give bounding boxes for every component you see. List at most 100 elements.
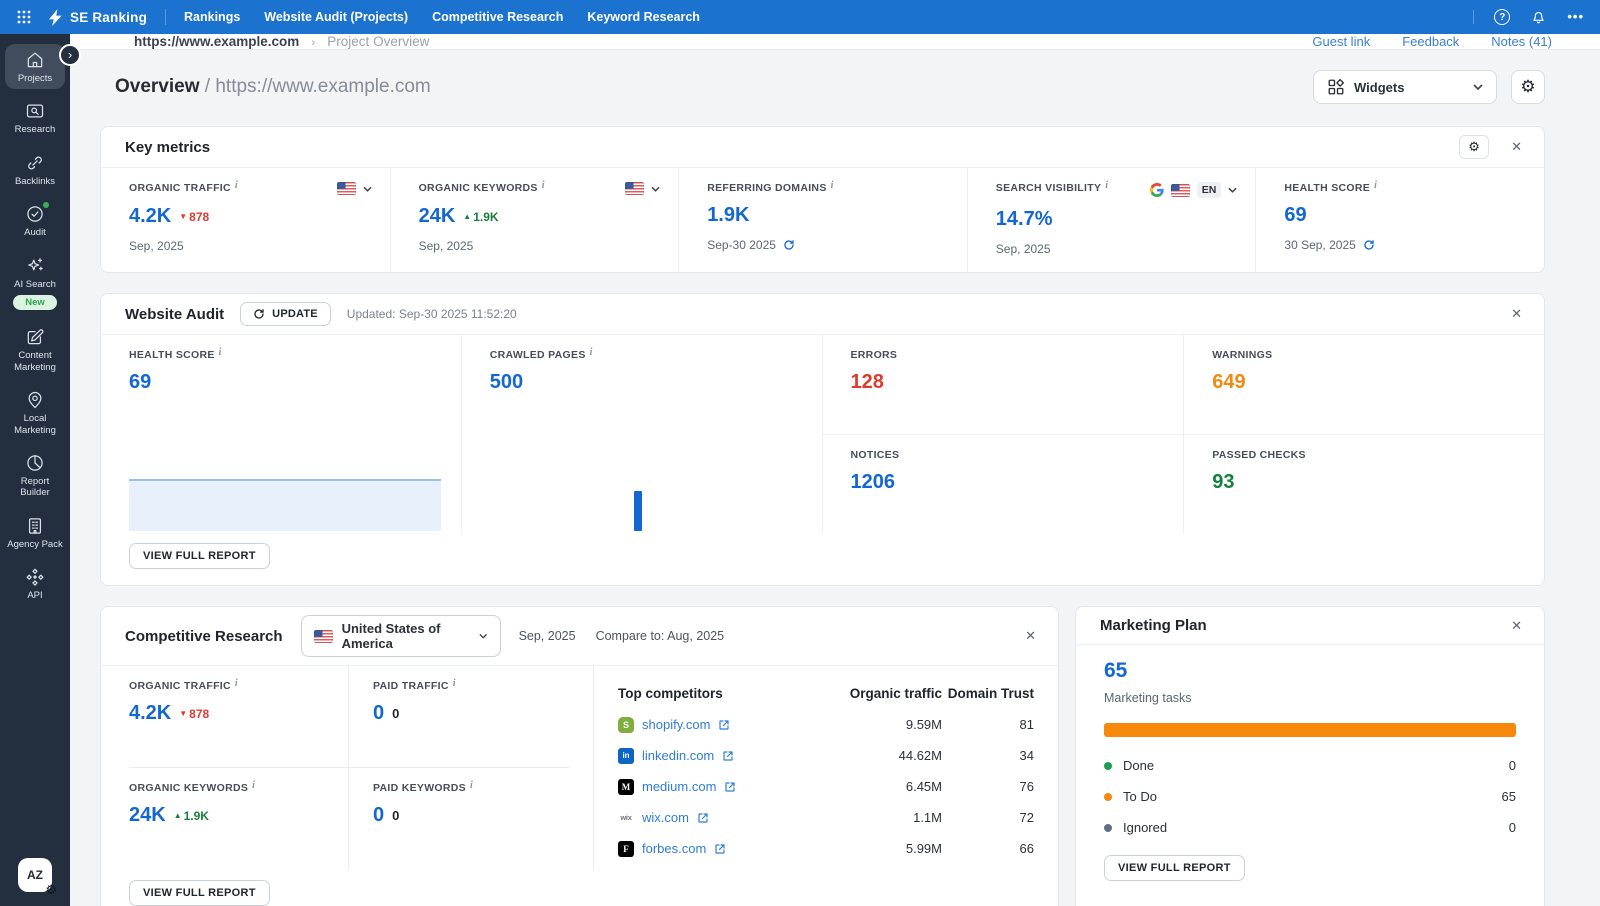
external-link-icon[interactable]	[722, 750, 734, 762]
audit-health-score: HEALTH SCORE 69	[101, 335, 462, 533]
competitor-link[interactable]: medium.com	[642, 779, 716, 794]
metric-value: 69	[129, 371, 437, 394]
arrow-down-icon: ▼	[179, 709, 187, 718]
ignored-dot-icon	[1104, 824, 1112, 832]
wix-favicon: wix	[618, 810, 634, 826]
country-selector[interactable]	[337, 182, 372, 195]
api-icon	[25, 567, 45, 587]
sidebar-item-audit[interactable]: Audit	[5, 198, 65, 243]
view-full-report-button[interactable]: VIEW FULL REPORT	[129, 880, 270, 906]
health-score-area-chart	[129, 479, 441, 531]
nav-item-keyword-research[interactable]: Keyword Research	[587, 10, 700, 24]
organic-traffic-value: 6.45M	[842, 779, 942, 794]
feedback-link[interactable]: Feedback	[1402, 34, 1459, 49]
legend-label: Ignored	[1123, 820, 1167, 835]
us-flag-icon	[1171, 184, 1190, 197]
metric-date: Sep-30 2025	[707, 238, 776, 252]
metric-referring-domains: REFERRING DOMAINS 1.9K Sep-30 2025	[678, 168, 967, 272]
widgets-dropdown[interactable]: Widgets	[1313, 70, 1497, 104]
chevron-down-icon	[479, 633, 487, 639]
widget-title: Competitive Research	[125, 628, 283, 645]
info-icon	[1105, 180, 1108, 191]
more-options-icon[interactable]	[1567, 12, 1584, 22]
sidebar-item-report-builder[interactable]: Report Builder	[5, 447, 65, 504]
widget-settings-button[interactable]	[1459, 135, 1489, 159]
external-link-icon[interactable]	[718, 719, 730, 731]
view-full-report-button[interactable]: VIEW FULL REPORT	[1104, 855, 1245, 881]
brand-logo[interactable]: SE Ranking	[48, 9, 147, 26]
forbes-favicon: F	[618, 841, 634, 857]
nav-item-website-audit[interactable]: Website Audit (Projects)	[264, 10, 408, 24]
settings-gear-icon[interactable]	[45, 882, 57, 898]
table-row: F forbes.com 5.99M 66	[618, 833, 1034, 864]
organic-traffic-value: 9.59M	[842, 717, 942, 732]
engine-selector[interactable]: EN	[1150, 182, 1238, 198]
domain-trust-value: 81	[942, 717, 1034, 732]
page-settings-button[interactable]	[1511, 70, 1545, 104]
sidebar-item-agency-pack[interactable]: Agency Pack	[5, 510, 65, 555]
sidebar-expand-button[interactable]	[59, 44, 81, 66]
apps-grid-icon[interactable]	[0, 10, 48, 24]
competitor-link[interactable]: forbes.com	[642, 841, 706, 856]
metric-date: Sep, 2025	[129, 239, 372, 253]
arrow-up-icon: ▲	[174, 811, 182, 820]
audit-passed-checks: PASSED CHECKS 93	[1183, 434, 1544, 534]
sidebar-item-local-marketing[interactable]: Local Marketing	[5, 384, 65, 441]
divider	[165, 9, 166, 25]
metric-label: NOTICES	[851, 449, 1160, 461]
domain-trust-value: 34	[942, 748, 1034, 763]
close-icon[interactable]	[1505, 137, 1528, 157]
metric-health-score: HEALTH SCORE 69 30 Sep, 2025	[1255, 168, 1544, 272]
close-icon[interactable]	[1505, 304, 1528, 324]
cr-paid-traffic: PAID TRAFFIC 0 0	[349, 666, 569, 768]
metric-label: ORGANIC KEYWORDS	[419, 182, 538, 194]
refresh-icon[interactable]	[1363, 239, 1375, 251]
competitor-link[interactable]: wix.com	[642, 810, 689, 825]
breadcrumb-separator: ›	[311, 35, 315, 49]
metric-value: 24K	[129, 804, 166, 827]
sidebar-item-research[interactable]: Research	[5, 95, 65, 140]
notes-link[interactable]: Notes (41)	[1491, 34, 1552, 49]
competitor-link[interactable]: shopify.com	[642, 717, 710, 732]
bell-icon[interactable]	[1530, 9, 1547, 26]
country-selector[interactable]	[625, 182, 660, 195]
competitor-link[interactable]: linkedin.com	[642, 748, 714, 763]
metric-label: WARNINGS	[1212, 349, 1520, 361]
external-link-icon[interactable]	[724, 781, 736, 793]
view-full-report-button[interactable]: VIEW FULL REPORT	[129, 543, 270, 569]
sidebar-item-projects[interactable]: Projects	[5, 44, 65, 89]
metric-value: 93	[1212, 471, 1520, 494]
widgets-icon	[1327, 78, 1345, 96]
close-icon[interactable]	[1505, 616, 1528, 636]
refresh-icon[interactable]	[783, 239, 795, 251]
sidebar-item-label: Backlinks	[15, 176, 55, 187]
metric-delta: ▼878	[179, 210, 209, 224]
country-dropdown[interactable]: United States of America	[301, 615, 501, 657]
sidebar-item-content-marketing[interactable]: Content Marketing	[5, 321, 65, 378]
sidebar-item-ai-search[interactable]: AI Search New	[5, 250, 65, 316]
organic-traffic-value: 44.62M	[842, 748, 942, 763]
help-icon[interactable]	[1494, 9, 1510, 25]
done-dot-icon	[1104, 762, 1112, 770]
metric-label: HEALTH SCORE	[1284, 182, 1370, 194]
external-link-icon[interactable]	[714, 843, 726, 855]
info-icon	[1374, 180, 1377, 191]
audit-notices: NOTICES 1206	[823, 434, 1184, 534]
update-button[interactable]: UPDATE	[240, 302, 331, 326]
marketing-tasks-label: Marketing tasks	[1104, 691, 1516, 705]
nav-item-competitive-research[interactable]: Competitive Research	[432, 10, 563, 24]
shopify-favicon: S	[618, 717, 634, 733]
top-nav-items: Rankings Website Audit (Projects) Compet…	[184, 10, 700, 24]
nav-item-rankings[interactable]: Rankings	[184, 10, 240, 24]
edit-icon	[25, 327, 45, 347]
close-icon[interactable]	[1019, 626, 1042, 646]
medium-favicon: M	[618, 779, 634, 795]
guest-link[interactable]: Guest link	[1312, 34, 1370, 49]
sidebar-item-label: AI Search	[14, 279, 56, 290]
map-pin-icon	[25, 390, 45, 410]
external-link-icon[interactable]	[697, 812, 709, 824]
sidebar-item-api[interactable]: API	[5, 561, 65, 606]
sparkles-icon	[25, 256, 45, 276]
breadcrumb-site[interactable]: https://www.example.com	[134, 34, 299, 49]
sidebar-item-backlinks[interactable]: Backlinks	[5, 147, 65, 192]
